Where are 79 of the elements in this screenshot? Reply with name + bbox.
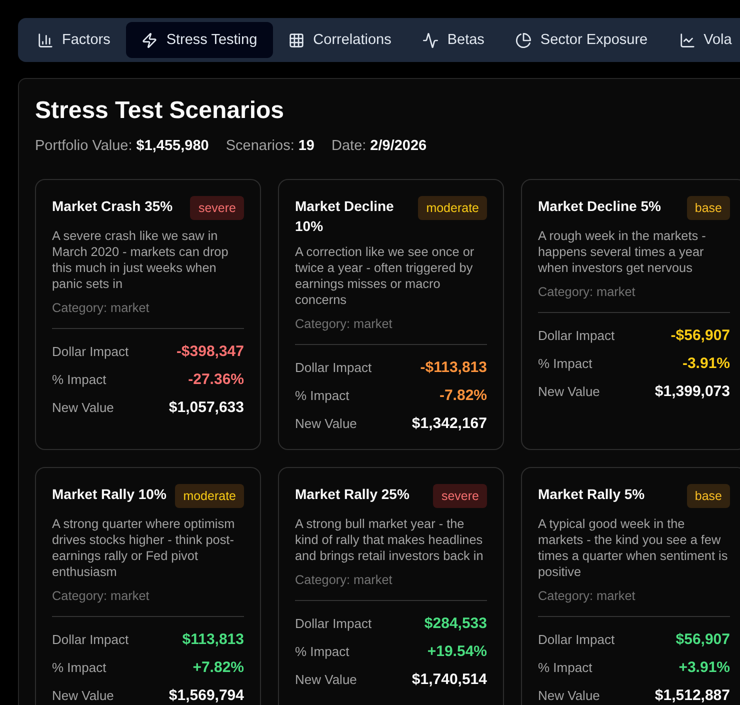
scenario-category: Category: market: [52, 300, 150, 316]
tab[interactable]: Stress Testing: [126, 22, 274, 58]
summary-value: $1,455,980: [136, 138, 209, 154]
pulse-icon: [423, 32, 438, 48]
metric-label: % Impact: [538, 660, 592, 674]
severity-badge: severe: [190, 196, 244, 220]
lightning-icon: [142, 32, 158, 48]
metric-value: -$56,907: [670, 326, 730, 344]
metric-label: New Value: [295, 672, 357, 686]
metric-label: Dollar Impact: [538, 328, 615, 342]
metric-label: Dollar Impact: [52, 632, 129, 646]
summary-label: Date:: [332, 138, 366, 154]
tab[interactable]: Correlations: [273, 22, 408, 58]
tab[interactable]: Vola: [664, 22, 740, 58]
scenario-category: Category: market: [538, 284, 636, 300]
metric-label: New Value: [295, 416, 357, 430]
metric-label: New Value: [538, 384, 600, 398]
scenario-category: Category: market: [52, 588, 150, 604]
severity-badge: moderate: [175, 484, 244, 508]
scenario-category: Category: market: [538, 588, 636, 604]
summary-value: 19: [298, 138, 314, 154]
metric-value: -3.91%: [682, 354, 730, 372]
metric-value: +3.91%: [678, 658, 730, 676]
scenario-category: Category: market: [295, 572, 394, 588]
summary-label: Scenarios:: [226, 138, 294, 154]
metric-value: $56,907: [676, 630, 730, 648]
metric-value: -27.36%: [188, 370, 244, 388]
scenario-description: A strong quarter where optimism drives stocks higher - think post-earnings rally or Fed pivot enthusiasm: [52, 516, 236, 580]
metric-value: $1,342,167: [412, 414, 487, 432]
metric-label: New Value: [52, 400, 114, 414]
summary-value: 2/9/2026: [370, 138, 427, 154]
metric-value: $1,740,514: [412, 670, 487, 688]
metric-label: % Impact: [538, 356, 592, 370]
metric-value: $1,399,073: [654, 382, 730, 400]
metric-value: +7.82%: [192, 658, 244, 676]
line-chart-icon: [680, 32, 695, 48]
metric-label: Dollar Impact: [295, 616, 372, 630]
tab[interactable]: Betas: [407, 22, 500, 58]
scenario-title: Market Decline 10%: [295, 197, 395, 236]
metric-label: Dollar Impact: [295, 360, 372, 374]
scenario-description: A typical good week in the markets - the kind you see a few times a quarter when sentiment is positive: [538, 516, 729, 580]
metric-label: Dollar Impact: [52, 344, 129, 358]
metric-label: % Impact: [295, 388, 350, 402]
scenario-description: A correction like we see once or twice a year - often triggered by earnings misses or macro concerns: [295, 244, 476, 308]
metric-value: -$113,813: [420, 358, 487, 376]
scenario-description: A strong bull market year - the kind of rally that makes headlines and brings retail investors back in: [295, 516, 484, 564]
severity-badge: severe: [433, 484, 487, 508]
metric-label: % Impact: [52, 372, 106, 386]
bar-chart-icon: [38, 32, 53, 48]
metric-label: New Value: [538, 688, 600, 702]
metric-label: % Impact: [52, 660, 106, 674]
metric-label: % Impact: [295, 644, 350, 658]
panel-title: Stress Test Scenarios: [35, 96, 286, 126]
metric-label: New Value: [52, 688, 114, 702]
scenario-title: Market Rally 5%: [538, 485, 645, 504]
metric-value: $284,533: [424, 614, 487, 632]
metric-value: $1,512,887: [654, 686, 730, 704]
pie-chart-icon: [516, 32, 532, 48]
scenario-title: Market Decline 5%: [538, 197, 661, 216]
scenario-title: Market Rally 25%: [295, 485, 410, 504]
scenario-category: Category: market: [295, 316, 394, 332]
metric-value: $1,057,633: [168, 398, 244, 416]
severity-badge: moderate: [418, 196, 487, 220]
severity-badge: base: [686, 484, 730, 508]
metric-value: $113,813: [182, 630, 244, 648]
scenario-title: Market Rally 10%: [52, 485, 166, 504]
scenario-title: Market Crash 35%: [52, 197, 173, 216]
metric-label: Dollar Impact: [538, 632, 615, 646]
scenario-description: A severe crash like we saw in March 2020 - markets can drop this much in just weeks when panic sets in: [52, 228, 230, 292]
metric-value: $1,569,794: [168, 686, 244, 704]
tab[interactable]: Factors: [22, 22, 126, 58]
metric-value: -$398,347: [176, 342, 244, 360]
scenario-description: A rough week in the markets - happens several times a year when investors get nervous: [538, 228, 707, 276]
tab[interactable]: Sector Exposure: [500, 22, 664, 58]
severity-badge: base: [686, 196, 730, 220]
metric-value: -7.82%: [439, 386, 487, 404]
grid-icon: [289, 32, 304, 48]
summary-label: Portfolio Value:: [35, 138, 132, 154]
metric-value: +19.54%: [427, 642, 487, 660]
